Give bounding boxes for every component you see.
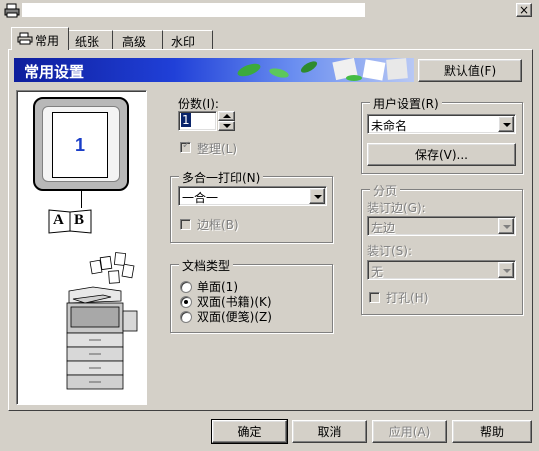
- book-icon: A B: [48, 207, 92, 234]
- book-connector: [81, 191, 82, 208]
- tab-paper-label: 纸张: [75, 35, 100, 49]
- page-number: 1: [74, 135, 85, 155]
- tab-watermark-label: 水印: [171, 35, 196, 49]
- copies-spin-up[interactable]: [218, 111, 235, 121]
- nup-group-label: 多合一打印(N): [179, 169, 264, 186]
- save-button[interactable]: 保存(V)...: [367, 143, 516, 166]
- help-button[interactable]: 帮助: [452, 420, 532, 443]
- sorting-group-label: 分页: [370, 182, 401, 199]
- close-button[interactable]: ×: [516, 3, 532, 17]
- binding-edge-value: 左边: [371, 221, 396, 235]
- ok-button[interactable]: 确定: [211, 419, 288, 444]
- copies-value: 1: [181, 113, 191, 127]
- banner-title: 常用设置: [24, 63, 85, 81]
- binding-edge-select[interactable]: 左边: [367, 216, 516, 236]
- binding-edge-label: 装订边(G):: [367, 201, 426, 215]
- staple-value: 无: [371, 265, 384, 279]
- tab-advanced[interactable]: 高级: [113, 30, 163, 49]
- nup-select[interactable]: 一合一: [178, 186, 327, 206]
- printer-app-icon: [4, 3, 20, 18]
- apply-button[interactable]: 应用(A): [372, 420, 447, 443]
- tab-common-label: 常用: [35, 34, 60, 48]
- book-letter-a: A: [53, 212, 64, 228]
- collate-label: 整理(L): [197, 142, 238, 156]
- tab-common[interactable]: 常用: [11, 27, 69, 50]
- tab-advanced-label: 高级: [122, 35, 147, 49]
- border-checkbox[interactable]: [180, 219, 191, 230]
- book-letter-b: B: [74, 212, 85, 228]
- radio-duplex-book[interactable]: [180, 296, 192, 308]
- page-sheet: 1: [52, 112, 108, 178]
- radio-single-sided[interactable]: [180, 281, 192, 293]
- tab-paper[interactable]: 纸张: [69, 30, 113, 49]
- doctype-group-label: 文档类型: [179, 257, 234, 274]
- tab-watermark[interactable]: 水印: [163, 30, 213, 49]
- chevron-down-icon[interactable]: [498, 116, 514, 132]
- user-settings-select-value: 未命名: [371, 119, 408, 133]
- cancel-button[interactable]: 取消: [292, 420, 367, 443]
- collate-checkbox[interactable]: ✓: [180, 140, 191, 153]
- punch-label: 打孔(H): [386, 291, 429, 305]
- printer-tab-icon: [17, 32, 33, 48]
- border-label: 边框(B): [197, 218, 239, 232]
- chevron-down-icon[interactable]: [309, 188, 325, 204]
- defaults-button[interactable]: 默认值(F): [418, 59, 522, 82]
- banner: 常用设置: [14, 58, 414, 82]
- nup-select-value: 一合一: [182, 191, 219, 205]
- chevron-down-icon[interactable]: [498, 218, 514, 234]
- title-text-field: [22, 3, 365, 17]
- radio-duplex-tablet[interactable]: [180, 311, 192, 323]
- chevron-down-icon[interactable]: [498, 262, 514, 278]
- copier-illustration: [66, 252, 138, 390]
- copies-spin-down[interactable]: [218, 121, 235, 131]
- page-preview: 1: [33, 97, 129, 191]
- staple-label: 装订(S):: [367, 244, 413, 258]
- staple-select[interactable]: 无: [367, 260, 516, 280]
- preview-panel: 1 A B: [16, 90, 147, 405]
- banner-leaf-decoration: [237, 58, 408, 81]
- copies-label: 份数(I):: [178, 97, 219, 111]
- user-settings-select[interactable]: 未命名: [367, 114, 516, 134]
- user-settings-group-label: 用户设置(R): [370, 95, 442, 112]
- punch-checkbox[interactable]: [369, 292, 380, 303]
- copies-input[interactable]: 1: [178, 111, 217, 131]
- duplex-tablet-label: 双面(便笺)(Z): [197, 310, 272, 324]
